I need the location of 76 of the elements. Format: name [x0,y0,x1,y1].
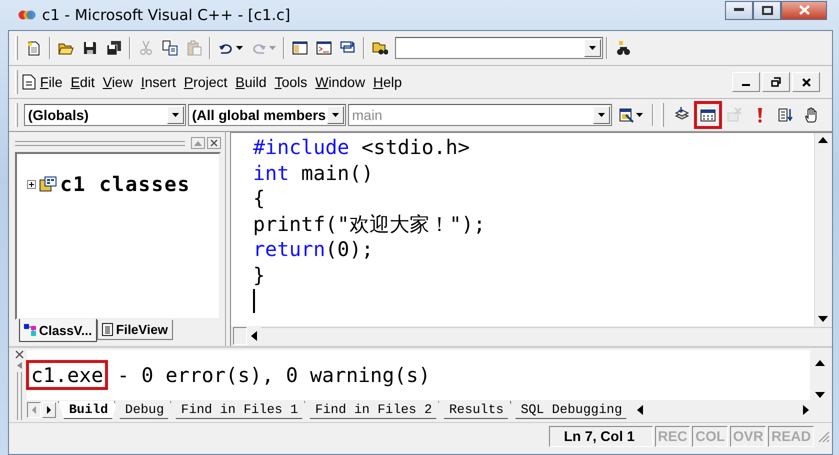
menu-item[interactable]: View [98,72,137,92]
menu-item[interactable]: Project [180,72,232,92]
cursor-position: Ln 7, Col 1 [548,426,653,446]
menu-item[interactable]: File [36,72,67,92]
menu-item[interactable]: Help [369,72,406,92]
code-line: int main() [253,160,374,186]
status-indicator: COL [692,426,728,446]
menu-item[interactable]: Edit [66,72,99,92]
floppy-disks-icon [106,40,122,56]
workspace-window-icon [292,40,308,56]
close-icon [798,5,810,15]
caret-icon [236,46,243,50]
caret-icon [636,113,643,117]
find-combo[interactable] [395,37,603,59]
code-line: printf("欢迎大家！"); [253,212,486,237]
step-into-icon [778,107,794,123]
build-grid-icon [700,107,716,123]
clipboard-icon [186,40,202,56]
copy-icon [162,40,178,56]
close-icon[interactable] [207,137,221,149]
menu-item[interactable]: Build [231,72,271,92]
status-indicator: READ [768,426,814,446]
tab[interactable]: FileView [97,320,173,340]
maximize-icon [762,6,772,14]
scissors-icon [138,40,154,56]
class-wizard-icon [618,107,634,123]
class-combo[interactable]: (Globals) [24,104,186,126]
stop-build-icon [726,107,742,123]
minimize-icon [734,8,744,12]
output-text: c1.exe [29,363,106,387]
code-line: return(0); [253,237,374,262]
status-indicator: REC [654,426,690,446]
binoculars-icon [615,40,631,56]
expand-icon[interactable] [27,180,36,188]
restore-button[interactable] [762,72,790,92]
class-view-icon [24,324,36,336]
binoculars-folder-icon [372,40,388,56]
caret-icon [589,46,596,50]
app-logo-icon [18,8,36,22]
left-arrow-icon [31,406,37,414]
tree-item[interactable]: c1 classes [60,172,190,196]
build-button[interactable] [696,103,720,127]
caret-icon [269,46,276,50]
resize-grip-icon[interactable] [816,429,830,443]
code-line: } [253,262,266,288]
members-combo[interactable]: (All global members [188,104,346,126]
caret-icon [172,113,179,117]
tab[interactable]: Build [58,401,118,419]
output-text: - 0 error(s), 0 warning(s) [116,363,430,387]
restore-icon [771,77,781,87]
menu-item[interactable]: Insert [136,72,180,92]
tab[interactable]: ClassV... [19,319,98,342]
code-line: #include <stdio.h> [253,135,470,160]
new-file-icon [26,40,42,56]
scroll-left-icon[interactable] [636,405,644,415]
classes-icon [39,176,57,192]
document-icon[interactable] [22,74,36,90]
right-arrow-icon [46,406,52,414]
file-icon [102,323,114,336]
caret-icon [598,113,605,117]
close-icon [802,78,810,86]
dock-icon[interactable] [14,361,24,370]
output-window-icon [316,40,332,56]
scroll-right-icon[interactable] [802,405,810,415]
menu-item[interactable]: Window [311,72,370,92]
scroll-up-icon[interactable] [814,358,826,368]
window-title: c1 - Microsoft Visual C++ - [c1.c] [42,6,290,24]
code-line: { [253,186,266,212]
scroll-down-icon[interactable] [814,390,826,400]
caret-icon [332,113,339,117]
tab-scroll-right[interactable] [42,402,56,418]
close-icon[interactable] [14,350,24,359]
status-indicator: OVR [730,426,766,446]
maximize-button[interactable] [753,0,781,20]
minimize-button[interactable] [725,0,753,20]
menu-item[interactable]: Tools [270,72,312,92]
